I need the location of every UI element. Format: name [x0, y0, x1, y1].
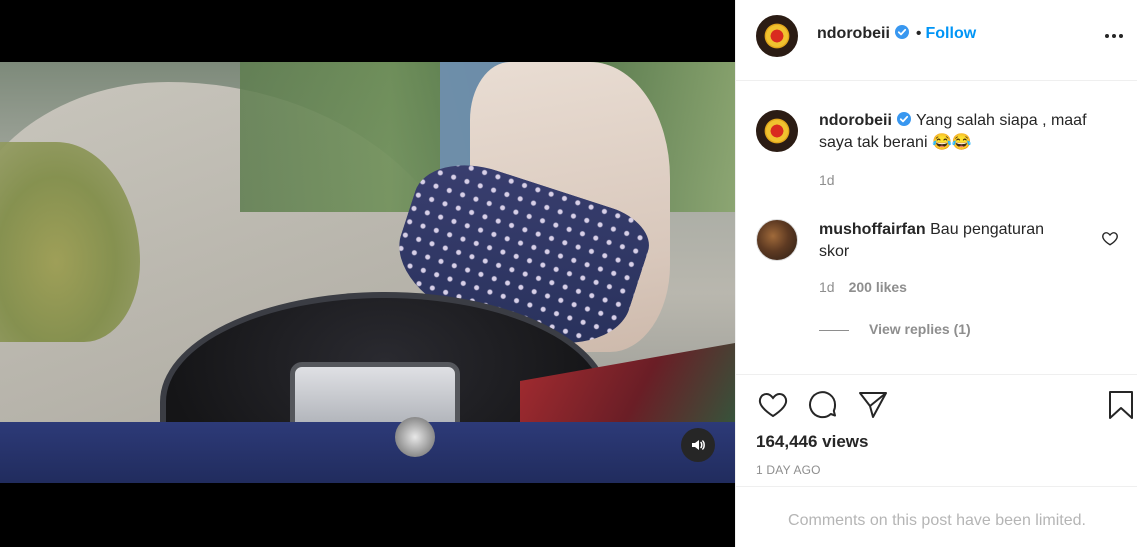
commenter-avatar[interactable]: [756, 219, 798, 261]
divider: [736, 374, 1137, 375]
comment-meta: 1d 200 likes: [819, 279, 907, 295]
avatar[interactable]: [756, 110, 798, 152]
post-side-panel: ndorobeii • Follow ndorobeii Yang salah si…: [735, 0, 1137, 547]
comment-bubble-icon[interactable]: [806, 388, 840, 422]
heart-icon[interactable]: [756, 388, 790, 422]
replies-divider: [819, 329, 849, 331]
comment-time[interactable]: 1d: [819, 279, 835, 295]
post-actions: [756, 388, 1133, 422]
header-user: ndorobeii • Follow: [817, 24, 976, 43]
more-options-icon-dot: [1119, 34, 1123, 38]
more-options-button[interactable]: [1100, 26, 1128, 46]
video-scene-ignition: [395, 417, 435, 457]
view-replies-button[interactable]: View replies (1): [819, 321, 971, 337]
view-replies-label: View replies (1): [869, 321, 971, 337]
avatar[interactable]: [756, 15, 798, 57]
comment-like-icon[interactable]: [1101, 229, 1119, 247]
more-options-icon-dot: [1112, 34, 1116, 38]
post-video[interactable]: [0, 62, 735, 483]
video-scene-base: [0, 422, 735, 483]
verified-badge-icon: [894, 25, 909, 39]
mute-toggle-button[interactable]: [681, 428, 715, 462]
caption-username-link[interactable]: ndorobeii: [819, 112, 892, 129]
comments-limited-notice: Comments on this post have been limited.: [788, 512, 1086, 529]
post-date[interactable]: 1 DAY AGO: [756, 463, 821, 477]
follow-button[interactable]: Follow: [926, 25, 977, 42]
caption-text: ndorobeii Yang salah siapa , maaf saya t…: [819, 110, 1119, 154]
paper-plane-icon[interactable]: [856, 388, 890, 422]
bookmark-icon[interactable]: [1104, 388, 1137, 422]
speaker-icon: [692, 440, 705, 450]
comment-username-link[interactable]: mushoffairfan: [819, 221, 926, 238]
caption-time[interactable]: 1d: [819, 172, 835, 188]
divider: [736, 486, 1137, 487]
more-options-icon: [1105, 34, 1109, 38]
comment-text: mushoffairfan Bau pengaturan skor: [819, 219, 1074, 263]
view-count[interactable]: 164,446 views: [756, 432, 868, 452]
media-panel: [0, 0, 735, 547]
separator-dot: •: [915, 25, 922, 42]
username-link[interactable]: ndorobeii: [817, 25, 890, 42]
comment-likes[interactable]: 200 likes: [849, 279, 907, 295]
verified-badge-icon: [896, 112, 911, 126]
post-header: ndorobeii • Follow: [736, 0, 1137, 81]
